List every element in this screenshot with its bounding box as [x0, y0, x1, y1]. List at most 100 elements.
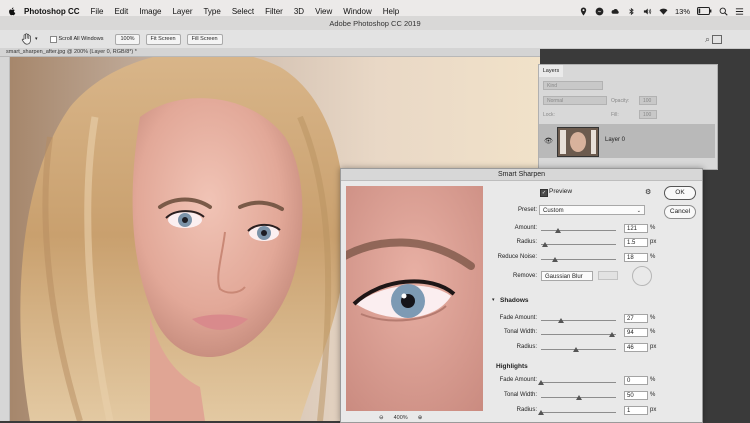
fill-screen-button[interactable]: Fill Screen [186, 33, 223, 45]
window-title: Adobe Photoshop CC 2019 [0, 16, 750, 30]
hand-tool-icon[interactable] [20, 33, 34, 45]
angle-field[interactable] [598, 271, 618, 280]
slider-knob[interactable] [538, 380, 544, 385]
opacity-field[interactable]: 100 [639, 96, 657, 105]
layers-tab[interactable]: Layers [539, 65, 563, 77]
vertical-ruler [0, 57, 10, 421]
shadows-radius-field[interactable]: 46 [624, 343, 648, 352]
shadows-radius-slider[interactable] [541, 349, 616, 350]
amount-field[interactable]: 121 [624, 224, 648, 233]
amount-slider[interactable] [541, 230, 616, 231]
menu-image[interactable]: Image [139, 7, 161, 16]
preset-value: Custom [543, 208, 564, 214]
layer-name[interactable]: Layer 0 [605, 137, 625, 143]
notification-icon[interactable] [735, 7, 744, 16]
highlights-fade-field[interactable]: 0 [624, 376, 648, 385]
preview-checkbox[interactable]: ✓ [540, 189, 548, 197]
creative-cloud-icon[interactable] [611, 7, 620, 16]
slider-knob[interactable] [575, 395, 582, 400]
shadows-tonal-field[interactable]: 94 [624, 328, 648, 337]
smart-sharpen-dialog: Smart Sharpen ⊖ 400% ⊕ ✓ Preview ⚙ OK Ca [340, 168, 703, 423]
ok-button[interactable]: OK [664, 186, 696, 200]
fill-field[interactable]: 100 [639, 110, 657, 119]
bluetooth-icon[interactable] [627, 7, 636, 16]
highlights-radius-unit: px [650, 407, 657, 413]
radius-unit: px [650, 239, 657, 245]
remove-value: Gaussian Blur [545, 274, 583, 280]
fit-screen-button[interactable]: Fit Screen [145, 33, 181, 45]
radius-slider[interactable] [541, 244, 616, 245]
slider-knob[interactable] [551, 257, 558, 262]
options-bar: ▾ Scroll All Windows 100% Fit Screen Fil… [0, 30, 750, 49]
slider-knob[interactable] [608, 332, 615, 337]
amount-label: Amount: [514, 225, 537, 231]
reduce-noise-field[interactable]: 18 [624, 253, 648, 262]
slider-knob[interactable] [554, 228, 561, 233]
layer-kind-filter[interactable]: Kind [543, 81, 603, 90]
spotlight-icon[interactable] [719, 7, 728, 16]
visibility-eye-icon[interactable]: 👁 [544, 137, 553, 145]
shadows-fade-unit: % [650, 315, 656, 321]
radius-field[interactable]: 1.5 [624, 238, 648, 247]
highlights-tonal-unit: % [650, 392, 656, 398]
menu-type[interactable]: Type [203, 7, 220, 16]
slider-knob[interactable] [541, 242, 548, 247]
shadows-chevron-icon[interactable]: ▾ [492, 297, 495, 303]
zoom-out-icon[interactable]: ⊖ [379, 415, 384, 421]
slider-knob[interactable] [572, 347, 579, 352]
layer-row[interactable]: 👁 Layer 0 [539, 124, 715, 158]
menu-layer[interactable]: Layer [172, 7, 192, 16]
menu-app[interactable]: Photoshop CC [24, 7, 80, 16]
scroll-all-checkbox[interactable] [49, 35, 57, 43]
highlights-radius-slider[interactable] [541, 412, 616, 413]
shadows-fade-slider[interactable] [541, 320, 616, 321]
angle-dial-icon[interactable] [632, 266, 652, 286]
scroll-all-option[interactable]: Scroll All Windows [49, 35, 104, 43]
highlights-fade-label: Fade Amount: [499, 377, 537, 383]
battery-percent: 13% [674, 6, 690, 16]
dialog-title: Smart Sharpen [341, 169, 702, 181]
search-icon[interactable]: ⌕ [705, 34, 710, 45]
location-icon[interactable] [579, 6, 588, 16]
preview-label: Preview [549, 188, 573, 195]
cancel-button[interactable]: Cancel [664, 205, 696, 219]
document-tab[interactable]: smart_sharpen_after.jpg @ 200% (Layer 0,… [0, 48, 540, 57]
tool-dropdown-icon[interactable]: ▾ [35, 36, 38, 42]
menu-window[interactable]: Window [343, 7, 371, 16]
menu-file[interactable]: File [91, 7, 104, 16]
zoom-in-icon[interactable]: ⊕ [418, 415, 423, 421]
highlights-tonal-field[interactable]: 50 [624, 391, 648, 400]
remove-select[interactable]: Gaussian Blur [541, 271, 593, 281]
volume-icon[interactable] [643, 7, 652, 16]
shadows-tonal-unit: % [650, 329, 656, 335]
scroll-all-label: Scroll All Windows [58, 36, 104, 42]
menu-filter[interactable]: Filter [265, 7, 283, 16]
blend-mode-select[interactable]: Normal [543, 96, 607, 105]
zoom-100-button[interactable]: 100% [115, 33, 140, 45]
shadows-title: Shadows [500, 297, 529, 304]
amount-unit: % [650, 225, 656, 231]
slider-knob[interactable] [538, 410, 544, 415]
gear-icon[interactable]: ⚙ [645, 188, 651, 196]
preset-select[interactable]: Custom ⌄ [539, 205, 645, 215]
slider-knob[interactable] [558, 318, 565, 323]
shadows-tonal-slider[interactable] [541, 334, 616, 335]
shadows-radius-label: Radius: [516, 344, 537, 350]
apple-icon[interactable] [8, 7, 16, 16]
menu-select[interactable]: Select [232, 7, 254, 16]
preview-image [346, 186, 483, 411]
lock-label: Lock: [543, 112, 555, 118]
preview-pane[interactable] [346, 186, 483, 411]
menu-edit[interactable]: Edit [114, 7, 128, 16]
shadows-fade-field[interactable]: 27 [624, 314, 648, 323]
highlights-radius-field[interactable]: 1 [624, 406, 648, 415]
shadows-fade-label: Fade Amount: [499, 315, 537, 321]
wifi-icon[interactable] [659, 7, 668, 16]
menu-3d[interactable]: 3D [294, 7, 304, 16]
highlights-fade-slider[interactable] [541, 382, 616, 383]
messenger-icon[interactable] [595, 7, 604, 16]
menu-view[interactable]: View [315, 7, 332, 16]
battery-icon[interactable] [697, 7, 712, 15]
menu-help[interactable]: Help [383, 7, 399, 16]
workspace-icon[interactable] [712, 34, 722, 44]
